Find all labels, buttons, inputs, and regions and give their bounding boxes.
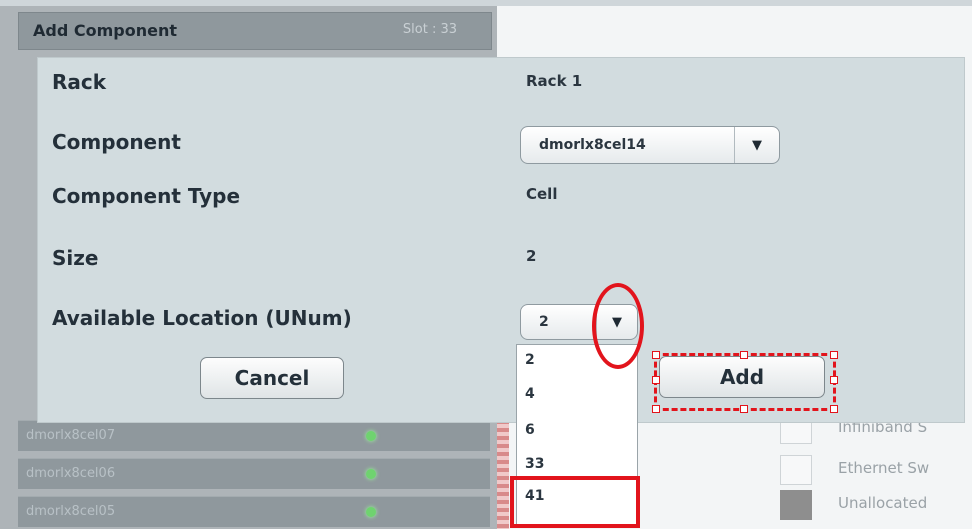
annotation-ellipse (592, 283, 644, 369)
rack-slot-strip (497, 420, 509, 529)
resize-handle (652, 351, 660, 359)
option-label: 33 (525, 456, 545, 472)
top-strip (0, 0, 972, 6)
available-location-label: Available Location (UNum) (52, 306, 352, 330)
component-row-label: dmorlx8cel05 (26, 504, 116, 519)
status-led-icon (366, 507, 376, 517)
option-label: 2 (525, 352, 535, 368)
panel-title: Add Component (33, 21, 177, 40)
cancel-button[interactable]: Cancel (200, 357, 344, 399)
component-type-value: Cell (526, 185, 558, 203)
legend-swatch (780, 490, 812, 520)
chevron-down-icon[interactable]: ▼ (734, 127, 779, 163)
annotation-selection-box (652, 351, 838, 413)
legend-label: Unallocated (838, 494, 928, 512)
legend-label: Ethernet Sw (838, 459, 930, 477)
rack-value: Rack 1 (526, 72, 583, 90)
available-location-value: 2 (539, 314, 549, 330)
panel-header: Add Component Slot : 33 (18, 12, 492, 50)
component-row-label: dmorlx8cel07 (26, 428, 116, 443)
legend-swatch (780, 455, 812, 485)
component-row[interactable]: dmorlx8cel06 (18, 458, 490, 489)
resize-handle (652, 405, 660, 413)
resize-handle (830, 351, 838, 359)
resize-handle (830, 405, 838, 413)
annotation-highlight-box (510, 476, 640, 528)
rack-label: Rack (52, 70, 107, 94)
dropdown-option[interactable]: 6 (517, 415, 637, 447)
size-label: Size (52, 246, 99, 270)
resize-handle (740, 351, 748, 359)
resize-handle (740, 405, 748, 413)
resize-handle (830, 376, 838, 384)
size-value: 2 (526, 247, 537, 265)
dropdown-option[interactable]: 4 (517, 379, 637, 411)
option-label: 6 (525, 422, 535, 438)
component-row[interactable]: dmorlx8cel07 (18, 420, 490, 451)
component-row[interactable]: dmorlx8cel05 (18, 496, 490, 527)
status-led-icon (366, 431, 376, 441)
component-select[interactable]: dmorlx8cel14 ▼ (520, 126, 780, 164)
component-select-value: dmorlx8cel14 (539, 137, 646, 153)
resize-handle (652, 376, 660, 384)
slot-label: Slot : 33 (402, 22, 457, 37)
component-type-label: Component Type (52, 184, 241, 208)
component-label: Component (52, 130, 181, 154)
component-row-label: dmorlx8cel06 (26, 466, 116, 481)
option-label: 4 (525, 386, 535, 402)
status-led-icon (366, 469, 376, 479)
